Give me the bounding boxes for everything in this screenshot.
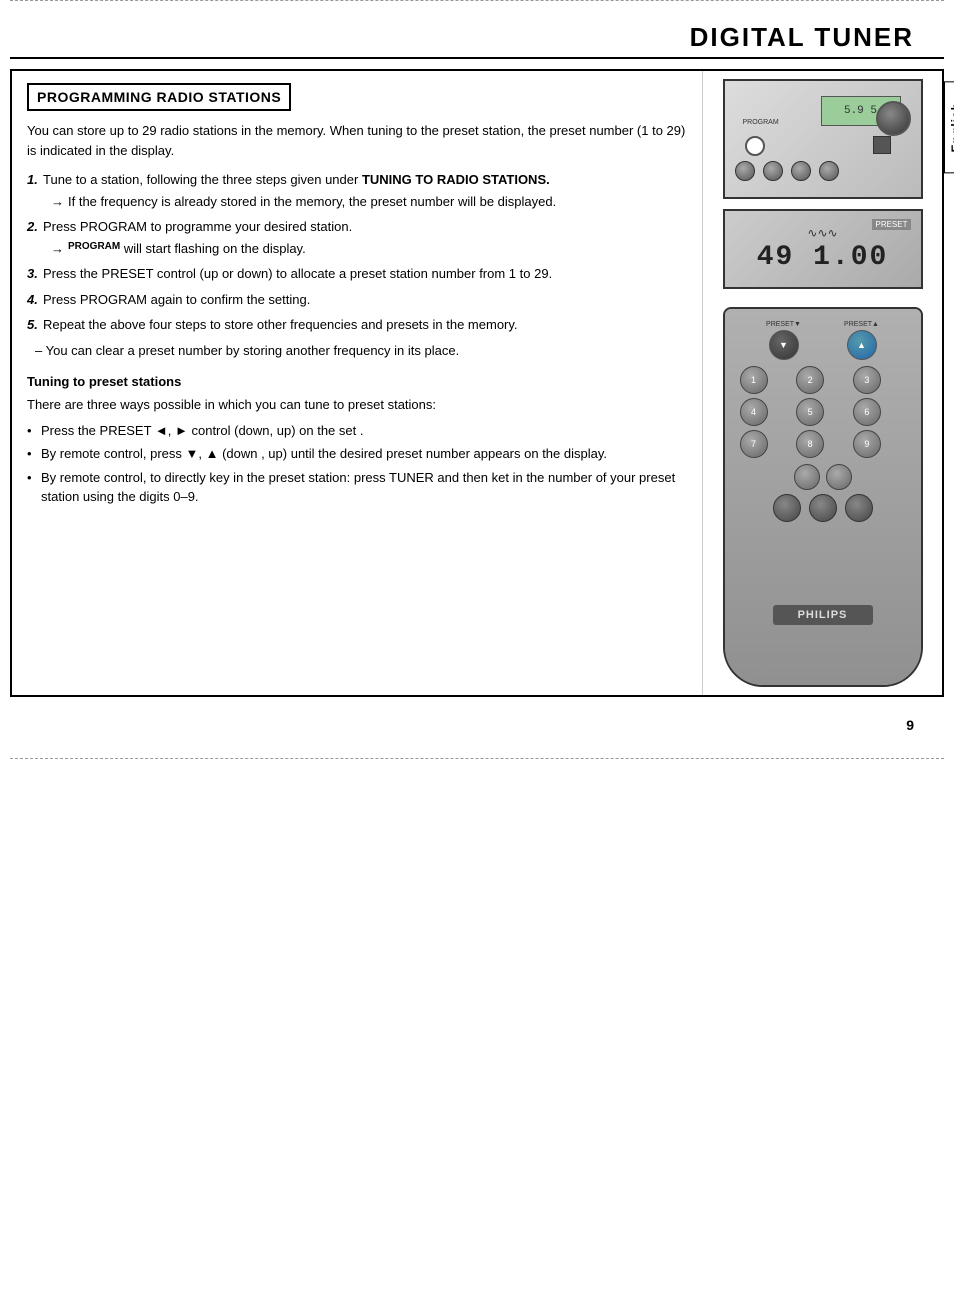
remote-nav-area	[725, 464, 921, 490]
tuning-link: TUNING TO RADIO STATIONS.	[362, 172, 550, 187]
freq-display-image: ∿∿∿ 49 1.00 PRESET	[723, 209, 923, 289]
preset-up-group: PRESET▲ ▲	[844, 321, 879, 360]
remote-btn-1[interactable]: 1	[740, 366, 768, 394]
bottom-area: 9	[10, 697, 944, 753]
remote-control-image: PRESET▼ ▼ PRESET▲ ▲ 1 2 3 4 5 6 7	[723, 307, 923, 687]
intro-text: You can store up to 29 radio stations in…	[27, 121, 687, 160]
step-1: 1. Tune to a station, following the thre…	[27, 170, 687, 211]
tuner-knob	[876, 101, 911, 136]
freq-number: 49 1.00	[757, 242, 889, 273]
tuning-section: Tuning to preset stations There are thre…	[27, 374, 687, 507]
remote-nav-down[interactable]	[794, 464, 820, 490]
step-3: 3. Press the PRESET control (up or down)…	[27, 264, 687, 284]
remote-btn-7[interactable]: 7	[740, 430, 768, 458]
tuning-heading: Tuning to preset stations	[27, 374, 687, 389]
row-btn-1	[735, 161, 755, 181]
freq-preset-label: PRESET	[872, 219, 910, 230]
remote-nav-up[interactable]	[826, 464, 852, 490]
step-4: 4. Press PROGRAM again to confirm the se…	[27, 290, 687, 310]
tuning-intro: There are three ways possible in which y…	[27, 395, 687, 415]
bullet-1-text: Press the PRESET ◄, ► control (down, up)…	[41, 423, 363, 438]
step-4-number: 4.	[27, 290, 38, 310]
remote-btn-8[interactable]: 8	[796, 430, 824, 458]
bullet-2: By remote control, press ▼, ▲ (down , up…	[27, 444, 687, 464]
step-2-note-text: will start flashing on the display.	[124, 239, 306, 259]
remote-number-grid: 1 2 3 4 5 6 7 8 9	[725, 366, 921, 458]
remote-center-buttons	[725, 494, 921, 522]
bottom-border	[10, 753, 944, 759]
program-circle	[745, 136, 765, 156]
preset-down-label: PRESET▼	[766, 321, 801, 328]
remote-brand-label: PHILIPS	[773, 605, 873, 625]
preset-up-label: PRESET▲	[844, 321, 879, 328]
remote-body: PRESET▼ ▼ PRESET▲ ▲ 1 2 3 4 5 6 7	[725, 309, 921, 685]
remote-center-btn-1[interactable]	[773, 494, 801, 522]
step-4-text: Press PROGRAM again to confirm the setti…	[43, 292, 310, 307]
bullet-list: Press the PRESET ◄, ► control (down, up)…	[27, 421, 687, 507]
step-5: 5. Repeat the above four steps to store …	[27, 315, 687, 335]
tuner-display-image: 5.9 5 PROGRAM	[723, 79, 923, 199]
page-header: DIGITAL TUNER	[10, 18, 944, 59]
remote-top-buttons: PRESET▼ ▼ PRESET▲ ▲	[725, 309, 921, 366]
step-2-note: PROGRAM will start flashing on the displ…	[43, 239, 687, 259]
bullet-2-text: By remote control, press ▼, ▲ (down , up…	[41, 446, 607, 461]
step-2-number: 2.	[27, 217, 38, 237]
dash-note-text: You can clear a preset number by storing…	[46, 343, 460, 358]
row-buttons	[735, 161, 839, 181]
bullet-3-text: By remote control, to directly key in th…	[41, 470, 675, 505]
step-1-number: 1.	[27, 170, 38, 190]
page-title: DIGITAL TUNER	[10, 22, 914, 53]
remote-btn-5[interactable]: 5	[796, 398, 824, 426]
steps-list: 1. Tune to a station, following the thre…	[27, 170, 687, 335]
remote-btn-2[interactable]: 2	[796, 366, 824, 394]
row-btn-4	[819, 161, 839, 181]
remote-btn-3[interactable]: 3	[853, 366, 881, 394]
remote-btn-4[interactable]: 4	[740, 398, 768, 426]
tuner-display: 5.9 5 PROGRAM	[725, 81, 921, 197]
tuner-screen-text: 5.9 5	[844, 105, 877, 117]
language-tab: English	[944, 81, 954, 173]
step-1-note-text: If the frequency is already stored in th…	[68, 192, 556, 212]
bullet-3: By remote control, to directly key in th…	[27, 468, 687, 507]
main-content: PROGRAMMING RADIO STATIONS You can store…	[10, 69, 944, 697]
row-btn-2	[763, 161, 783, 181]
step-5-text: Repeat the above four steps to store oth…	[43, 317, 518, 332]
right-sidebar: English 5.9 5 PROGRAM	[702, 71, 942, 695]
preset-down-group: PRESET▼ ▼	[766, 321, 801, 360]
step-2-text: Press PROGRAM to programme your desired …	[43, 219, 352, 234]
bullet-1: Press the PRESET ◄, ► control (down, up)…	[27, 421, 687, 441]
square-button	[873, 136, 891, 154]
preset-down-button[interactable]: ▼	[769, 330, 799, 360]
step-1-text: Tune to a station, following the three s…	[43, 172, 550, 187]
step-1-note: If the frequency is already stored in th…	[43, 192, 687, 212]
left-content: PROGRAMMING RADIO STATIONS You can store…	[12, 71, 702, 695]
step-5-number: 5.	[27, 315, 38, 335]
freq-display: ∿∿∿ 49 1.00 PRESET	[725, 211, 921, 287]
wave-symbol: ∿∿∿	[807, 226, 837, 240]
program-circle-label: PROGRAM	[743, 119, 779, 126]
step-3-text: Press the PRESET control (up or down) to…	[43, 266, 552, 281]
remote-center-btn-3[interactable]	[845, 494, 873, 522]
remote-btn-9[interactable]: 9	[853, 430, 881, 458]
top-border	[10, 0, 944, 18]
remote-center-btn-2[interactable]	[809, 494, 837, 522]
dash-note: – You can clear a preset number by stori…	[27, 341, 687, 361]
preset-up-button[interactable]: ▲	[847, 330, 877, 360]
page-number: 9	[906, 717, 914, 733]
step-3-number: 3.	[27, 264, 38, 284]
step-2: 2. Press PROGRAM to programme your desir…	[27, 217, 687, 258]
remote-btn-6[interactable]: 6	[853, 398, 881, 426]
section-heading: PROGRAMMING RADIO STATIONS	[27, 83, 291, 111]
row-btn-3	[791, 161, 811, 181]
program-label: PROGRAM	[68, 239, 120, 254]
